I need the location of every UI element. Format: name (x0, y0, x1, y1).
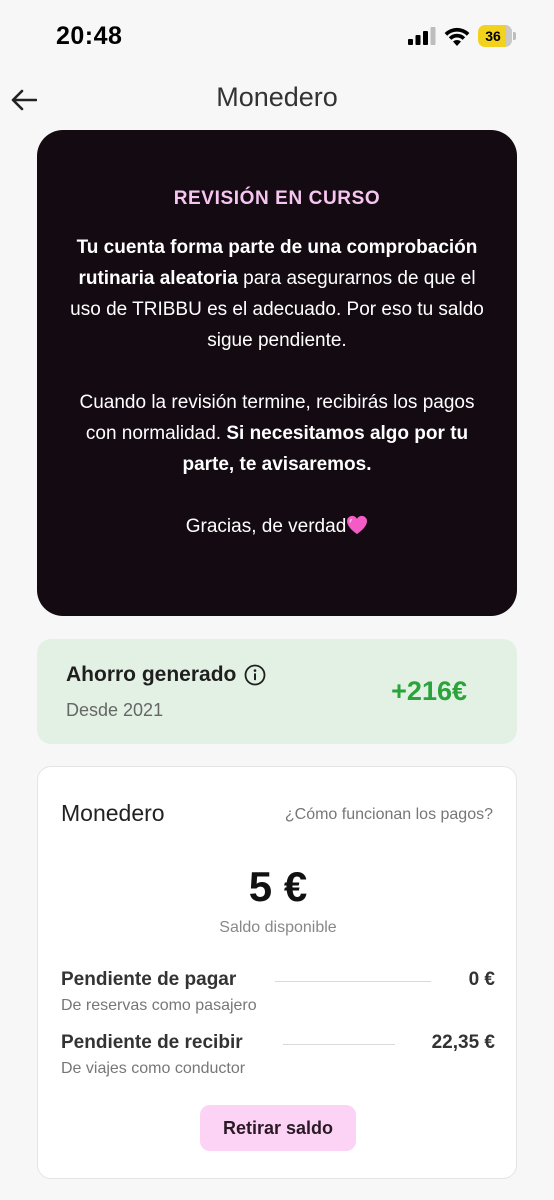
battery-icon: 36 (478, 25, 512, 47)
savings-label: Ahorro generado (66, 663, 237, 686)
savings-label-group: Ahorro generado (66, 663, 266, 687)
review-thanks: Gracias, de verdad (185, 516, 347, 537)
available-balance-label: Saldo disponible (219, 919, 337, 936)
pending-to-receive-sub: De viajes como conductor (61, 1060, 246, 1077)
battery-indicator: 36 (478, 25, 516, 47)
wallet-card: Monedero ¿Cómo funcionan los pagos? 5 € … (37, 766, 517, 1179)
app-header: Monedero (0, 72, 554, 128)
how-payments-work-link[interactable]: ¿Cómo funcionan los pagos? (285, 806, 493, 824)
pink-heart-icon (347, 515, 368, 535)
pending-to-receive-row: Pendiente de recibir De viajes como cond… (61, 1032, 495, 1088)
battery-level: 36 (485, 28, 501, 44)
savings-amount: +216€ (391, 676, 467, 706)
status-bar: 20:48 36 (0, 0, 554, 70)
cellular-signal-icon (408, 27, 436, 45)
page-title: Monedero (216, 82, 338, 112)
pending-to-pay-sub: De reservas como pasajero (61, 997, 257, 1014)
review-paragraph-3: Gracias, de verdad (65, 511, 489, 542)
review-title: REVISIÓN EN CURSO (173, 188, 381, 209)
pending-to-receive-value: 22,35 € (431, 1032, 495, 1053)
wifi-icon (444, 27, 470, 46)
review-paragraph-2: Cuando la revisión termine, recibirás lo… (65, 387, 489, 480)
pending-to-pay-row: Pendiente de pagar De reservas como pasa… (61, 969, 495, 1025)
status-time: 20:48 (56, 22, 123, 50)
pending-to-pay-value: 0 € (468, 969, 495, 990)
savings-since: Desde 2021 (66, 700, 164, 720)
info-icon[interactable] (244, 664, 266, 686)
review-paragraph-1: Tu cuenta forma parte de una comprobació… (65, 232, 489, 356)
row-divider (275, 981, 431, 982)
review-paragraph-2-bold: Si necesitamos algo por tu parte, te avi… (182, 423, 469, 475)
row-divider (283, 1044, 395, 1045)
status-icons: 36 (408, 25, 516, 47)
wallet-title: Monedero (61, 800, 165, 826)
pending-to-receive-label: Pendiente de recibir (61, 1032, 243, 1053)
pending-to-pay-label: Pendiente de pagar (61, 969, 237, 990)
review-notice-card: REVISIÓN EN CURSO Tu cuenta forma parte … (37, 130, 517, 616)
savings-card: Ahorro generado Desde 2021 +216€ (37, 639, 517, 744)
available-balance: 5 € (248, 863, 308, 910)
withdraw-balance-button[interactable]: Retirar saldo (200, 1105, 356, 1151)
